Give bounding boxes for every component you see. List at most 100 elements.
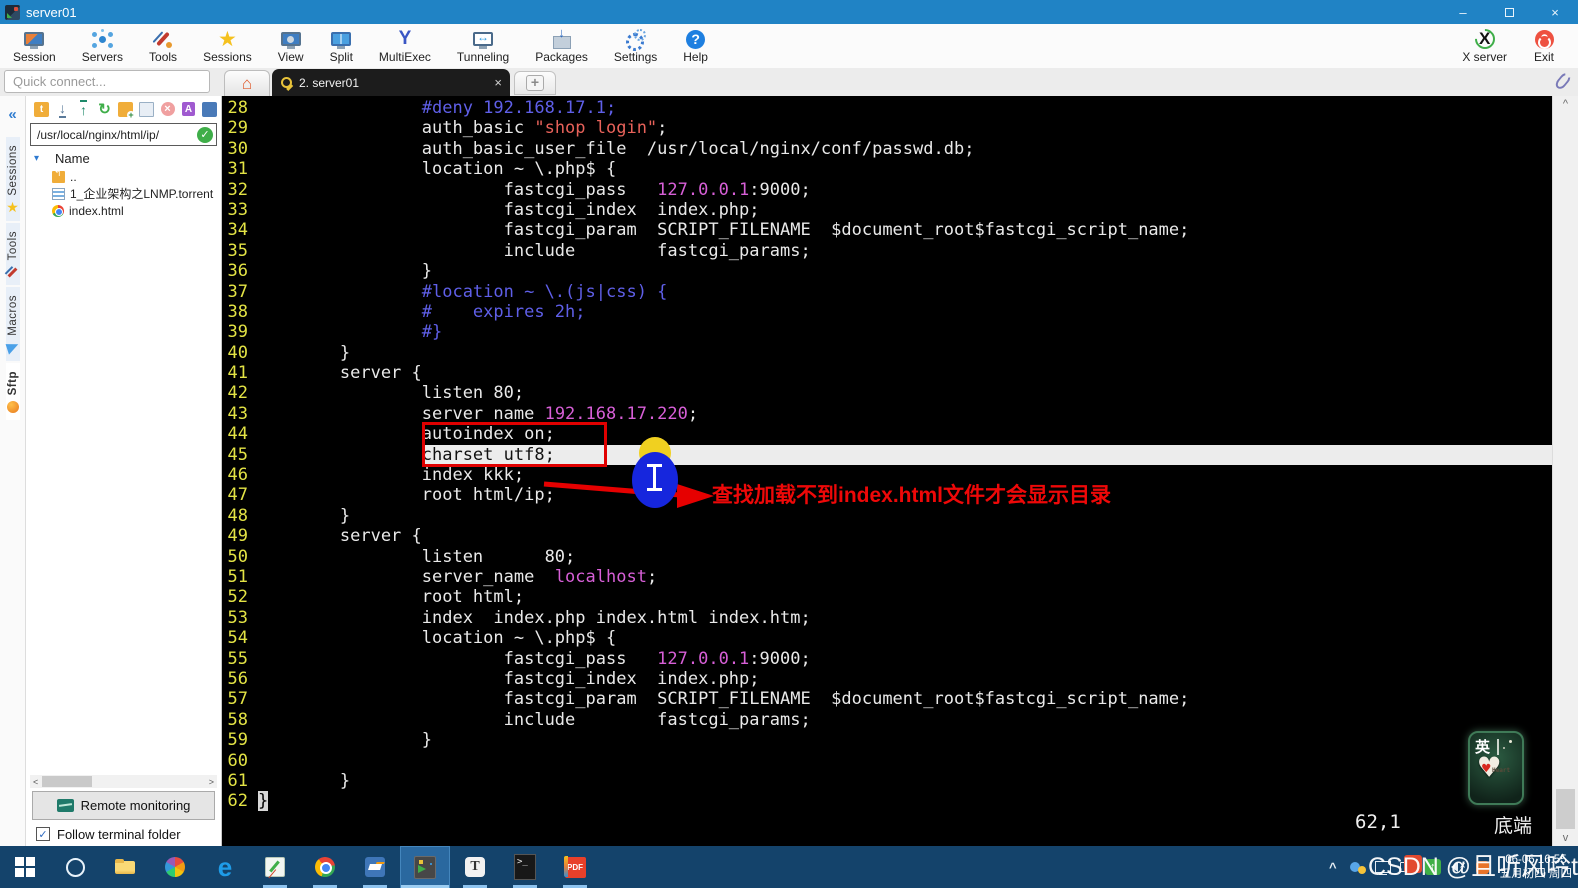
- chevron-up-icon[interactable]: ^: [1325, 859, 1341, 875]
- toolbar-tunneling-button[interactable]: Tunneling: [444, 24, 522, 68]
- line-number: 57: [227, 689, 248, 710]
- rename-icon[interactable]: [181, 102, 196, 117]
- toolbar-settings-button[interactable]: Settings: [601, 24, 670, 68]
- terminal-line-61: 61 }: [222, 771, 1552, 791]
- line-number: 55: [227, 648, 248, 669]
- sidebar: « Sessions Tools Macros Sftp /usr/local/ngi…: [0, 96, 222, 846]
- scroll-left-icon[interactable]: <: [33, 777, 38, 787]
- sort-triangle-icon: ▾: [34, 152, 40, 164]
- scroll-down-icon[interactable]: v: [1553, 832, 1578, 844]
- sftp-path-input[interactable]: /usr/local/nginx/html/ip/: [37, 128, 197, 142]
- sidebar-tab-macros[interactable]: Macros: [5, 287, 20, 361]
- toolbar-servers-button[interactable]: Servers: [69, 24, 136, 68]
- tab-home[interactable]: [224, 70, 270, 96]
- tab-close-icon[interactable]: ×: [494, 75, 502, 90]
- taskbar-editor-button[interactable]: [250, 846, 300, 888]
- toolbar-split-button[interactable]: Split: [317, 24, 366, 68]
- refresh-icon[interactable]: [97, 102, 112, 117]
- toolbar-sessions-button[interactable]: Sessions: [190, 24, 265, 68]
- new-folder-icon[interactable]: [118, 101, 135, 119]
- new-tab-button[interactable]: [514, 71, 556, 95]
- sftp-ball-icon: [6, 400, 20, 414]
- taskbar-start-button[interactable]: [0, 846, 50, 888]
- typora-icon: [464, 856, 486, 878]
- taskbar-pdf-button[interactable]: [550, 846, 600, 888]
- app-icon: [5, 4, 20, 20]
- taskbar-explorer-button[interactable]: [100, 846, 150, 888]
- toolbar-view-button[interactable]: View: [265, 24, 317, 68]
- sidebar-tab-sessions[interactable]: Sessions: [5, 137, 20, 221]
- toolbar-label: MultiExec: [378, 50, 431, 64]
- mobaxterm-icon: [414, 856, 436, 878]
- line-number: 41: [227, 363, 248, 384]
- file-row[interactable]: ..: [26, 168, 221, 185]
- file-list-header[interactable]: ▾ Name: [26, 148, 221, 168]
- terminal[interactable]: 28 #deny 192.168.17.1; 29 auth_basic "sho…: [222, 96, 1552, 846]
- toolbar-exit-button[interactable]: Exit: [1520, 24, 1568, 68]
- line-number: 61: [227, 770, 248, 791]
- download-icon[interactable]: [55, 102, 70, 117]
- scroll-position: 底端: [1494, 816, 1533, 837]
- taskbar-chrome-button[interactable]: [300, 846, 350, 888]
- line-number: 38: [227, 301, 248, 322]
- taskbar-cmd-button[interactable]: [500, 846, 550, 888]
- toolbar-session-button[interactable]: Session: [0, 24, 69, 68]
- scrollbar-thumb[interactable]: [42, 776, 92, 787]
- line-number: 53: [227, 607, 248, 628]
- delete-icon[interactable]: [160, 102, 175, 117]
- line-number: 37: [227, 281, 248, 302]
- toolbar-right-group: X server Exit: [1449, 24, 1578, 68]
- line-number: 32: [227, 179, 248, 200]
- maximize-button[interactable]: [1486, 0, 1532, 24]
- taskbar-typora-button[interactable]: [450, 846, 500, 888]
- line-number: 42: [227, 383, 248, 404]
- terminal-scrollbar[interactable]: ^ v: [1552, 96, 1578, 846]
- scroll-right-icon[interactable]: >: [209, 777, 214, 787]
- sidebar-tab-strip: « Sessions Tools Macros Sftp: [0, 96, 26, 846]
- terminal-line-28: 28 #deny 192.168.17.1;: [222, 98, 1552, 118]
- toolbar-help-button[interactable]: Help: [670, 24, 721, 68]
- taskbar-edge-button[interactable]: [200, 846, 250, 888]
- quick-connect-input[interactable]: Quick connect...: [4, 70, 210, 93]
- file-row[interactable]: 1_企业架构之LNMP.torrent: [26, 185, 221, 202]
- line-number: 39: [227, 322, 248, 343]
- minimize-button[interactable]: –: [1440, 0, 1486, 24]
- taskbar-mobaxterm-button[interactable]: [400, 846, 450, 888]
- remote-monitoring-button[interactable]: Remote monitoring: [32, 791, 215, 820]
- terminal-line-62: 62}: [222, 791, 1552, 812]
- follow-terminal-checkbox[interactable]: ✓: [36, 827, 50, 841]
- toolbar-tools-button[interactable]: Tools: [136, 24, 190, 68]
- taskbar-media-button[interactable]: [150, 846, 200, 888]
- terminal-line-38: 38 # expires 2h;: [222, 302, 1552, 322]
- toolbar-label: Exit: [1533, 50, 1554, 64]
- tab-server01[interactable]: 2. server01 ×: [272, 69, 510, 96]
- folder-up-icon[interactable]: [34, 101, 49, 117]
- line-number: 58: [227, 709, 248, 730]
- tab-bar: Quick connect... 2. server01 ×: [0, 68, 1578, 96]
- terminal-scrollbar-thumb[interactable]: [1556, 789, 1575, 829]
- sidebar-tab-label: Sessions: [6, 145, 19, 196]
- sidebar-tab-tools[interactable]: Tools: [5, 222, 20, 286]
- new-file-icon[interactable]: [139, 101, 154, 117]
- collapse-sidebar-button[interactable]: «: [8, 106, 16, 123]
- toolbar-x-server-button[interactable]: X server: [1449, 24, 1520, 68]
- toolbar-packages-button[interactable]: Packages: [522, 24, 601, 68]
- taskbar-cortana-button[interactable]: [50, 846, 100, 888]
- xserver-icon: [1474, 29, 1496, 49]
- terminal-line-49: 49 server {: [222, 526, 1552, 546]
- terminal-line-30: 30 auth_basic_user_file /usr/local/nginx…: [222, 139, 1552, 159]
- file-row[interactable]: index.html: [26, 202, 221, 219]
- paperclip-icon[interactable]: [1553, 70, 1573, 92]
- close-button[interactable]: ×: [1532, 0, 1578, 24]
- scroll-up-icon[interactable]: ^: [1553, 98, 1578, 110]
- sync-icon[interactable]: [202, 101, 217, 117]
- taskbar-vmware-button[interactable]: [350, 846, 400, 888]
- upload-icon[interactable]: [76, 102, 91, 117]
- terminal-line-53: 53 index index.php index.html index.htm;: [222, 608, 1552, 628]
- sidebar-horizontal-scrollbar[interactable]: < >: [30, 775, 217, 788]
- cloud-icon[interactable]: [1349, 859, 1366, 875]
- toolbar-multiexec-button[interactable]: MultiExec: [366, 24, 444, 68]
- key-icon: [280, 76, 293, 89]
- toolbar-label: Tools: [149, 50, 178, 64]
- sidebar-tab-sftp[interactable]: Sftp: [5, 362, 20, 421]
